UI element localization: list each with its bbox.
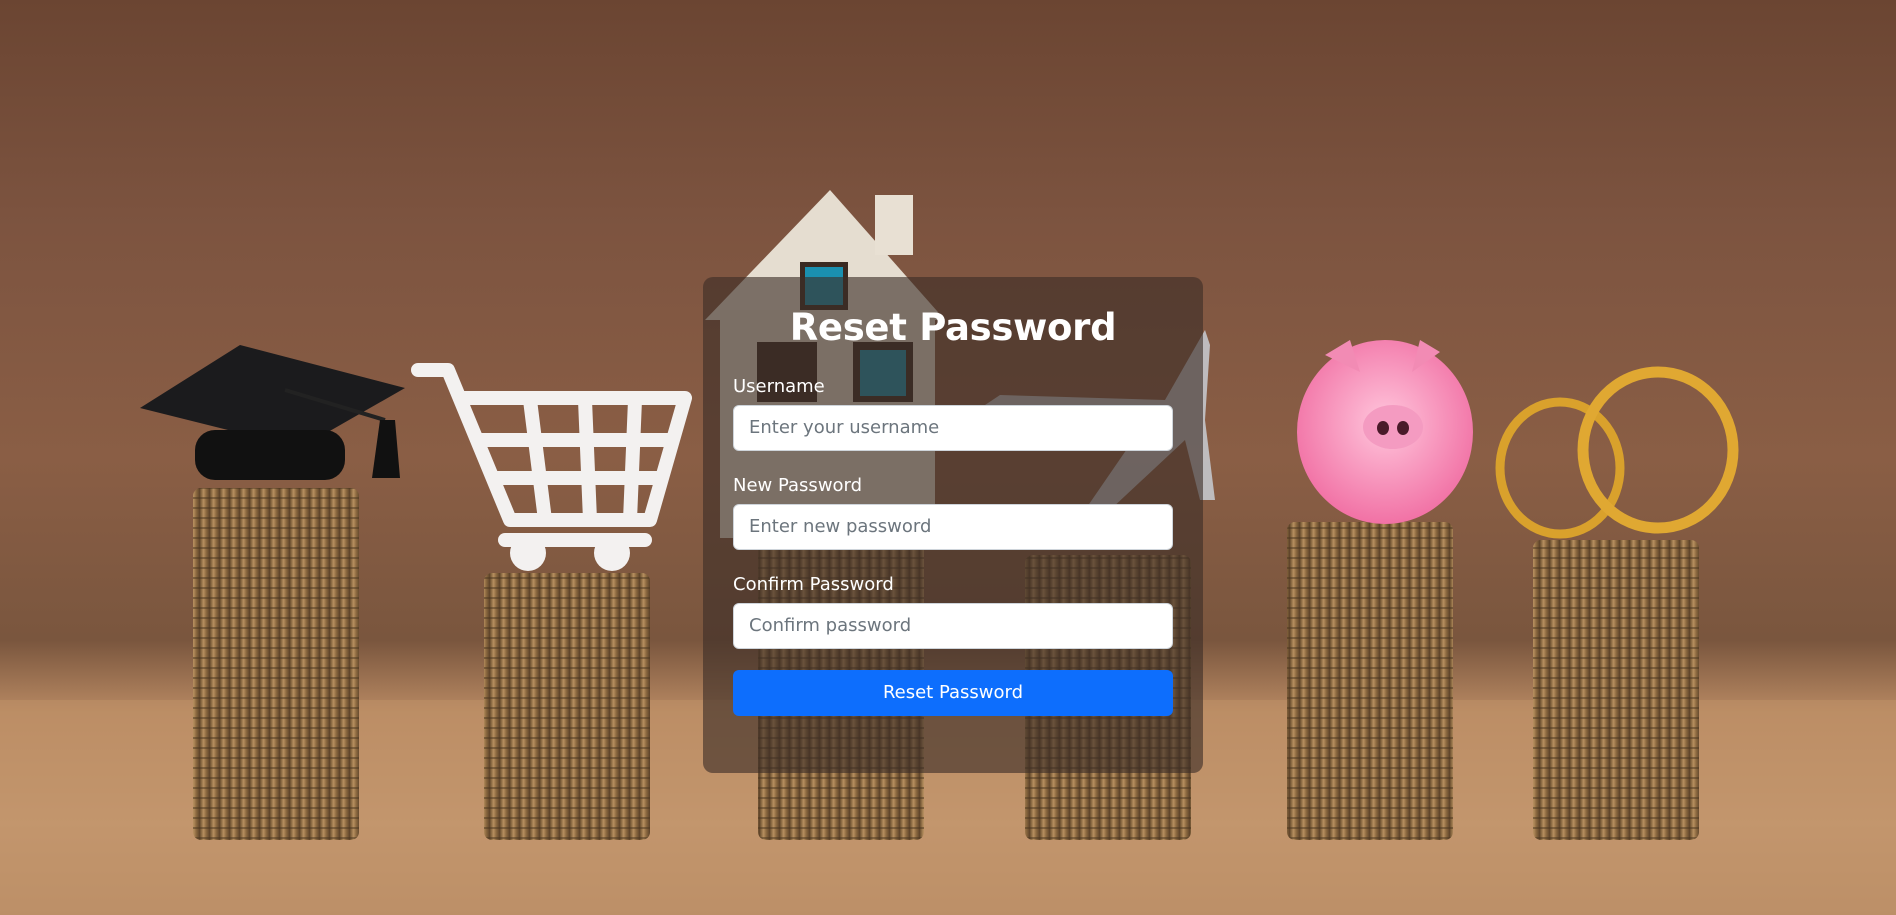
new-password-field-group: New Password (733, 475, 1173, 550)
new-password-input[interactable] (733, 503, 1173, 550)
confirm-password-input[interactable] (733, 602, 1173, 649)
reset-password-card: Reset Password Username New Password Con… (703, 277, 1203, 773)
username-input[interactable] (733, 404, 1173, 451)
confirm-password-label: Confirm Password (733, 573, 894, 595)
page-title: Reset Password (789, 306, 1117, 349)
username-label: Username (733, 375, 825, 397)
confirm-password-field-group: Confirm Password (733, 574, 1173, 649)
username-field-group: Username (733, 376, 1173, 451)
reset-password-button[interactable]: Reset Password (733, 669, 1173, 716)
new-password-label: New Password (733, 474, 863, 496)
